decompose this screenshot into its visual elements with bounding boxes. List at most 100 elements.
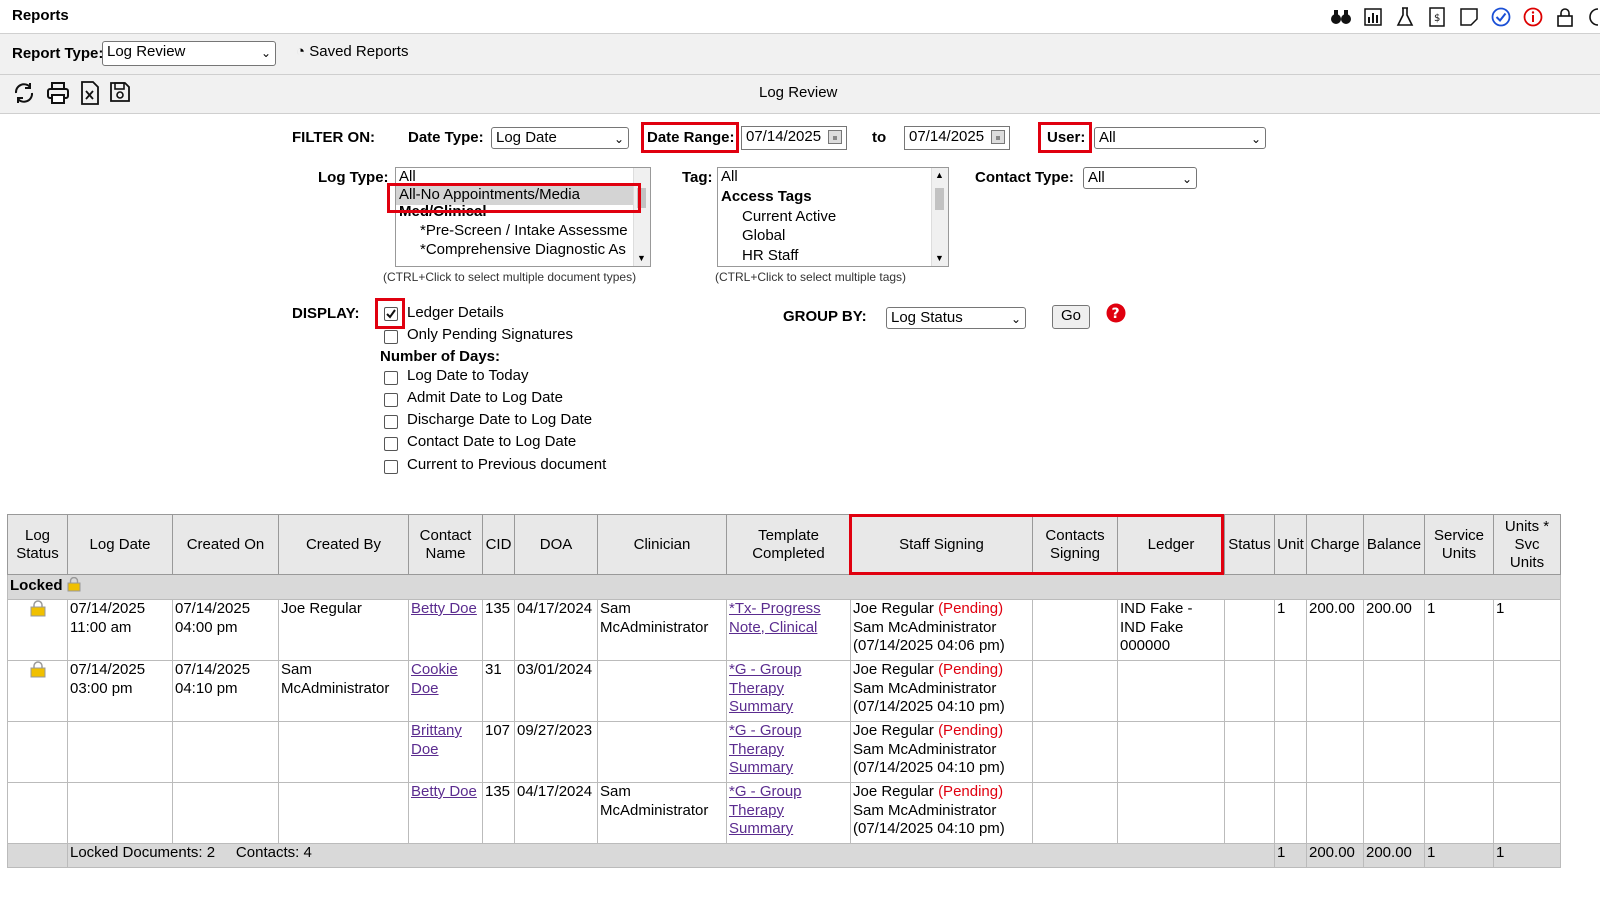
column-header[interactable]: Log Date [67, 514, 173, 575]
days-option-checkbox[interactable] [384, 371, 398, 385]
report-title: Log Review [759, 84, 838, 101]
save-icon[interactable] [109, 81, 131, 107]
ledger-details-label: Ledger Details [407, 304, 504, 321]
column-header[interactable]: Clinician [597, 514, 727, 575]
tag-list[interactable]: All Access Tags Current Active Global HR… [717, 167, 949, 267]
column-header[interactable]: Created By [278, 514, 409, 575]
log-type-label: Log Type: [318, 169, 389, 186]
column-header[interactable]: Contact Name [408, 514, 483, 575]
date-to-input[interactable]: 07/14/2025 [904, 126, 1010, 150]
date-type-select[interactable]: Log Date ⌄ [491, 127, 629, 149]
filter-on-label: FILTER ON: [292, 129, 376, 146]
help-icon[interactable]: ? [1106, 303, 1126, 327]
status-cell [1224, 721, 1275, 783]
report-type-select[interactable]: Log Review ⌄ [102, 41, 276, 66]
total-unit-cell: 1 [1274, 843, 1307, 868]
days-option-label: Admit Date to Log Date [407, 389, 563, 406]
scroll-thumb[interactable] [935, 188, 944, 210]
date-from-input[interactable]: 07/14/2025 [741, 126, 847, 150]
column-header[interactable]: Units * Svc Units [1493, 514, 1561, 575]
excel-export-icon[interactable] [80, 81, 100, 109]
template-link[interactable]: *Tx- Progress Note, Clinical [726, 599, 851, 661]
contact-type-select[interactable]: All ⌄ [1083, 167, 1197, 189]
charge-cell [1306, 782, 1364, 844]
column-header[interactable]: Status [1224, 514, 1275, 575]
info-alert-icon[interactable] [1522, 6, 1544, 28]
log-type-list[interactable]: All All-No Appointments/Media Med/Clinic… [395, 167, 651, 267]
tag-option[interactable]: Global [718, 226, 948, 246]
saved-reports-link[interactable]: ◔ Saved Reports [296, 43, 408, 60]
go-button[interactable]: Go [1052, 305, 1090, 329]
lock-icon[interactable] [1554, 6, 1576, 28]
group-by-select[interactable]: Log Status ⌄ [886, 307, 1026, 329]
scroll-down-icon[interactable]: ▼ [935, 253, 944, 263]
contact-name-link[interactable]: Betty Doe [408, 599, 483, 661]
column-header[interactable]: Log Status [7, 514, 68, 575]
table-row: Brittany Doe 107 09/27/2023 *G - Group T… [7, 721, 1561, 783]
print-icon[interactable] [46, 81, 70, 109]
log-type-option[interactable]: *Pre-Screen / Intake Assessme [396, 221, 650, 241]
clinician-cell [597, 721, 727, 783]
created-by-cell [278, 782, 409, 844]
bar-chart-icon[interactable] [1362, 6, 1384, 28]
days-option-checkbox[interactable] [384, 393, 398, 407]
binoculars-icon[interactable] [1330, 6, 1352, 28]
ledger-details-checkbox[interactable] [384, 307, 398, 321]
column-header[interactable]: CID [482, 514, 515, 575]
total-service-units-cell: 1 [1424, 843, 1494, 868]
days-option-checkbox[interactable] [384, 415, 398, 429]
created-on-cell [172, 721, 279, 783]
days-option-checkbox[interactable] [384, 437, 398, 451]
chevron-down-icon: ⌄ [260, 46, 271, 60]
column-header[interactable]: Charge [1306, 514, 1364, 575]
contact-name-link[interactable]: Brittany Doe [408, 721, 483, 783]
days-option-checkbox[interactable] [384, 460, 398, 474]
created-by-cell: Sam McAdministrator [278, 660, 409, 722]
user-select[interactable]: All ⌄ [1094, 127, 1266, 149]
calendar-icon[interactable] [991, 130, 1005, 149]
cid-cell: 31 [482, 660, 515, 722]
contact-name-link[interactable]: Betty Doe [408, 782, 483, 844]
flask-icon[interactable] [1394, 6, 1416, 28]
check-circle-icon[interactable] [1490, 6, 1512, 28]
template-link[interactable]: *G - Group Therapy Summary [726, 721, 851, 783]
tag-scrollbar[interactable]: ▲ ▼ [931, 168, 948, 266]
column-header[interactable]: Service Units [1424, 514, 1494, 575]
date-type-value: Log Date [496, 129, 557, 146]
doa-cell: 04/17/2024 [514, 599, 598, 661]
scroll-down-icon[interactable]: ▼ [637, 253, 646, 263]
log-type-option[interactable]: *Comprehensive Diagnostic As [396, 240, 650, 260]
log-status-cell [7, 660, 68, 722]
column-header[interactable]: Template Completed [726, 514, 851, 575]
doa-cell: 09/27/2023 [514, 721, 598, 783]
calendar-icon[interactable] [828, 130, 842, 149]
column-header[interactable]: Balance [1363, 514, 1425, 575]
tag-option[interactable]: All [718, 168, 948, 187]
column-header[interactable]: Created On [172, 514, 279, 575]
staff-name: Sam McAdministrator [853, 740, 997, 758]
clinician-cell: Sam McAdministrator [597, 599, 727, 661]
only-pending-checkbox[interactable] [384, 330, 398, 344]
note-icon[interactable] [1458, 6, 1480, 28]
staff-name: Joe Regular [853, 783, 934, 800]
scroll-up-icon[interactable]: ▲ [935, 170, 944, 180]
template-link[interactable]: *G - Group Therapy Summary [726, 660, 851, 722]
column-header[interactable]: DOA [514, 514, 598, 575]
app-header: Reports $ [0, 0, 1600, 34]
column-header[interactable]: Unit [1274, 514, 1307, 575]
contact-name-link[interactable]: Cookie Doe [408, 660, 483, 722]
table-row: 07/14/2025 11:00 am 07/14/2025 04:00 pm … [7, 599, 1561, 661]
tag-option[interactable]: HR Staff [718, 246, 948, 266]
created-by-cell [278, 721, 409, 783]
number-of-days-label: Number of Days: [380, 348, 501, 365]
tag-option[interactable]: Access Tags [718, 187, 948, 207]
contacts-signing-cell [1032, 599, 1118, 661]
tag-option[interactable]: Current Active [718, 207, 948, 227]
status-cell [1224, 782, 1275, 844]
logout-icon[interactable] [1586, 6, 1600, 28]
refresh-icon[interactable] [12, 81, 36, 109]
report-type-value: Log Review [107, 43, 186, 60]
staff-name: Sam McAdministrator [853, 618, 997, 636]
template-link[interactable]: *G - Group Therapy Summary [726, 782, 851, 844]
invoice-icon[interactable]: $ [1426, 6, 1448, 28]
